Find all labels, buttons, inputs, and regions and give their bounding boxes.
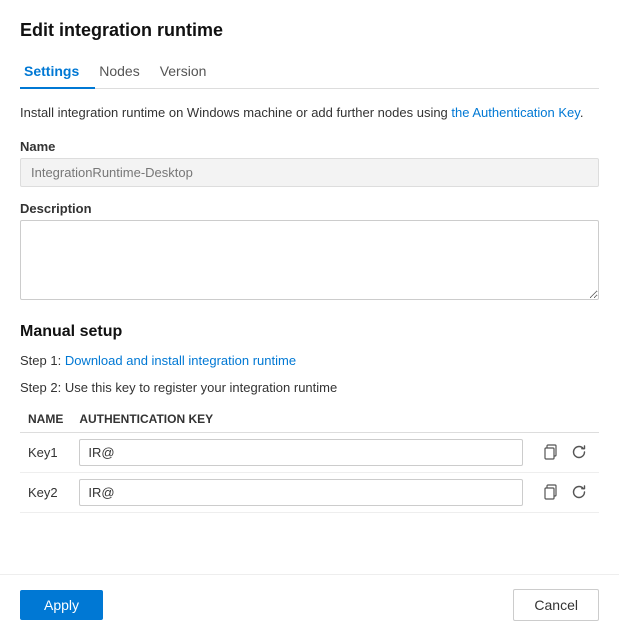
key-row-2: Key2 [20, 472, 599, 512]
step2-text: Step 2: Use this key to register your in… [20, 378, 599, 398]
page-title: Edit integration runtime [20, 20, 599, 41]
key1-refresh-button[interactable] [567, 441, 591, 463]
copy-icon [543, 484, 559, 500]
key-row-1: Key1 [20, 432, 599, 472]
manual-setup-title: Manual setup [20, 323, 599, 341]
key2-copy-button[interactable] [539, 481, 563, 503]
apply-button[interactable]: Apply [20, 590, 103, 620]
tab-version[interactable]: Version [156, 55, 223, 89]
step1-text: Step 1: Download and install integration… [20, 351, 599, 371]
key1-name: Key1 [20, 432, 71, 472]
description-textarea[interactable] [20, 220, 599, 300]
key1-input[interactable] [79, 439, 523, 466]
key2-input[interactable] [79, 479, 523, 506]
auth-key-link[interactable]: the Authentication Key [451, 105, 579, 120]
key1-copy-button[interactable] [539, 441, 563, 463]
col-header-auth-key: AUTHENTICATION KEY [71, 406, 531, 433]
refresh-icon [571, 444, 587, 460]
refresh-icon [571, 484, 587, 500]
key2-refresh-button[interactable] [567, 481, 591, 503]
tab-bar: Settings Nodes Version [20, 55, 599, 89]
tab-settings[interactable]: Settings [20, 55, 95, 89]
name-label: Name [20, 139, 599, 154]
name-input[interactable] [20, 158, 599, 187]
intro-text: Install integration runtime on Windows m… [20, 103, 599, 123]
description-label: Description [20, 201, 599, 216]
cancel-button[interactable]: Cancel [513, 589, 599, 621]
tab-nodes[interactable]: Nodes [95, 55, 155, 89]
footer: Apply Cancel [0, 574, 619, 634]
col-header-name: NAME [20, 406, 71, 433]
key2-name: Key2 [20, 472, 71, 512]
download-link[interactable]: Download and install integration runtime [65, 353, 296, 368]
copy-icon [543, 444, 559, 460]
keys-table: NAME AUTHENTICATION KEY Key1 [20, 406, 599, 513]
